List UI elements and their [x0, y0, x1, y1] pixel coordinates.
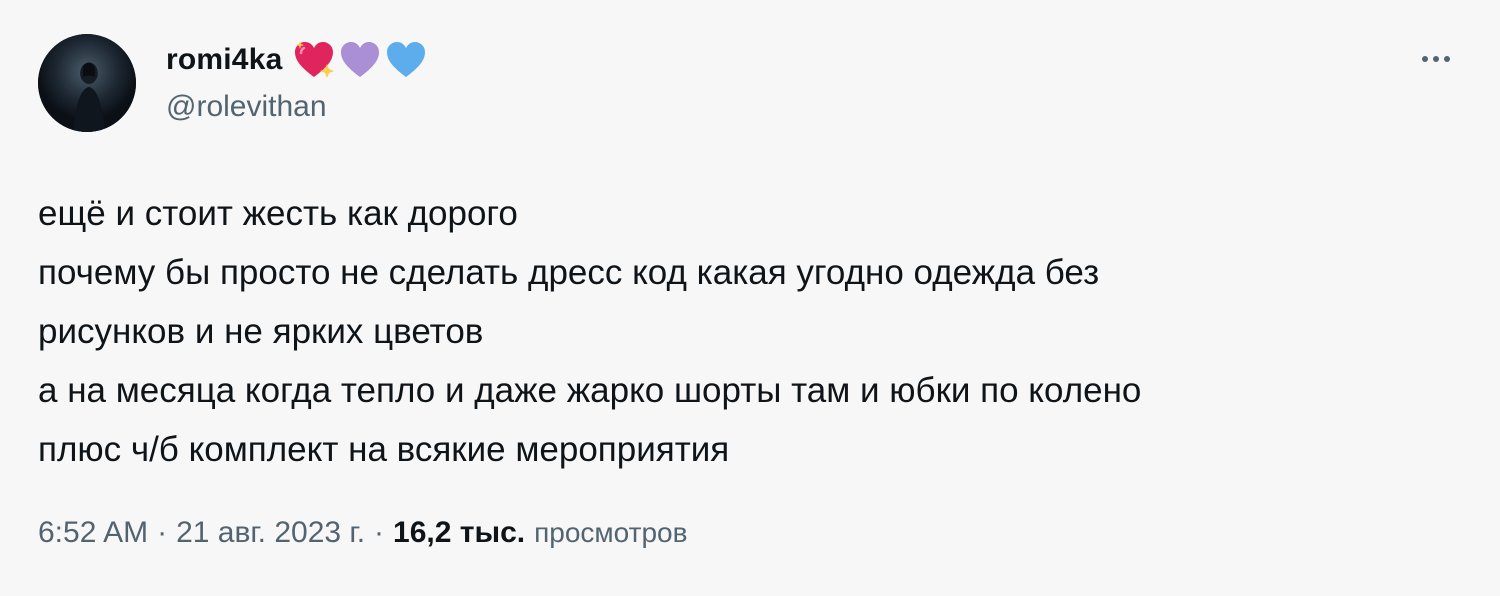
purple-heart-icon — [341, 42, 380, 77]
meta-separator: · — [374, 516, 385, 549]
display-name[interactable]: romi4ka — [166, 43, 282, 77]
tweet-meta: 6:52 AM · 21 авг. 2023 г. · 16,2 тыс. пр… — [38, 516, 687, 550]
tweet-text-line: а на месяца когда тепло и даже жарко шор… — [38, 371, 1142, 410]
avatar-photo — [38, 34, 136, 132]
tweet-text: ещё и стоит жесть как дорого почему бы п… — [38, 184, 1458, 479]
tweet-date[interactable]: 21 авг. 2023 г. — [176, 516, 365, 550]
sparkling-heart-icon — [295, 41, 335, 78]
tweet-text-line: ещё и стоит жесть как дорого — [38, 194, 518, 233]
tweet-text-line: рисунков и не ярких цветов — [38, 312, 484, 351]
more-dot-icon — [1444, 56, 1450, 62]
tweet-text-line: плюс ч/б комплект на всякие мероприятия — [38, 430, 730, 469]
views-label: просмотров — [534, 517, 688, 548]
author-row: romi4ka — [166, 40, 428, 80]
more-dot-icon — [1422, 56, 1428, 62]
emoji-badges — [292, 39, 428, 81]
tweet-text-line: почему бы просто не сделать дресс код ка… — [38, 253, 1100, 292]
meta-separator: · — [157, 516, 168, 549]
views-count: 16,2 тыс. — [393, 516, 526, 549]
more-dot-icon — [1433, 56, 1439, 62]
author-handle[interactable]: @rolevithan — [166, 90, 327, 124]
blue-heart-icon — [387, 42, 426, 77]
tweet-time[interactable]: 6:52 AM — [38, 516, 148, 550]
avatar[interactable] — [38, 34, 136, 132]
more-options-button[interactable] — [1414, 44, 1458, 74]
tweet-card: romi4ka @rolevithan ещё и стоит жесть ка… — [0, 0, 1500, 596]
